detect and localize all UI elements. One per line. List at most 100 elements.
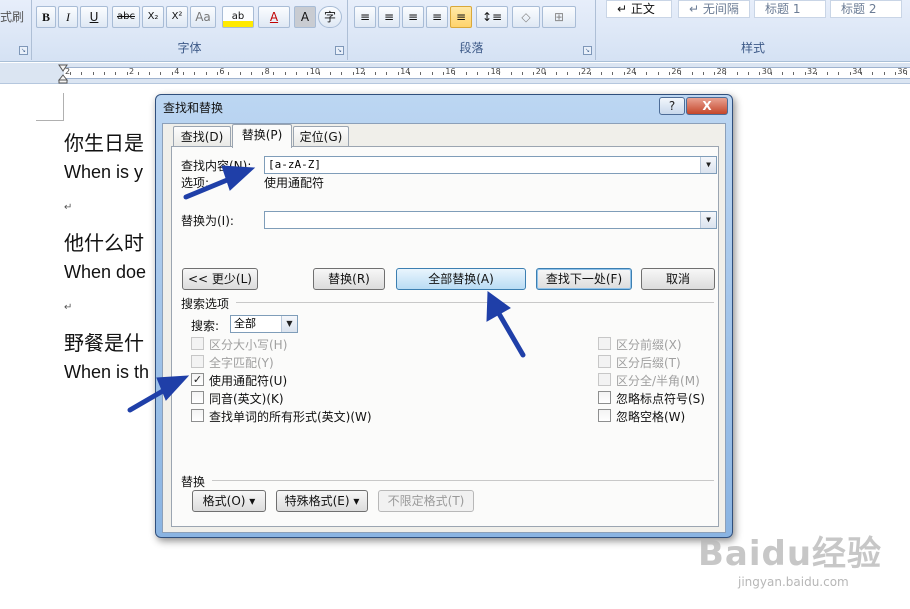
- replace-with-input[interactable]: ▼: [264, 211, 717, 229]
- ruler-tick: [657, 72, 659, 75]
- checkbox-label: 区分前缀(X): [616, 338, 682, 352]
- ruler-tick: [465, 72, 467, 75]
- ruler-tick: [386, 72, 388, 75]
- distributed-icon[interactable]: ≡: [450, 6, 472, 28]
- ruler-tick: [578, 72, 580, 75]
- ruler-tick: [883, 72, 885, 75]
- checkbox-box[interactable]: [191, 355, 204, 368]
- doc-line-english: When is th: [64, 362, 150, 382]
- dialog-title: 查找和替换: [163, 101, 224, 115]
- character-shading-button[interactable]: A: [294, 6, 316, 28]
- checkbox-box[interactable]: [598, 337, 611, 350]
- align-right-icon[interactable]: ≡: [402, 6, 424, 28]
- doc-line-chinese: 你生日是: [64, 131, 144, 155]
- chevron-down-icon[interactable]: ▼: [700, 157, 716, 173]
- align-center-icon[interactable]: ≡: [378, 6, 400, 28]
- format-button[interactable]: 格式(O) ▾: [192, 490, 266, 512]
- checkbox-box[interactable]: [598, 391, 611, 404]
- style-normal[interactable]: ↵ 正文: [606, 0, 672, 18]
- ruler-tick: [431, 72, 433, 75]
- chevron-down-icon[interactable]: ▼: [281, 316, 297, 332]
- ruler-tick: [770, 72, 772, 75]
- horizontal-ruler[interactable]: 2 2 4 6 8 10 12 14 16 18 20 22 24 26 28 30 32 34 36: [0, 63, 910, 84]
- checkbox-box[interactable]: [191, 337, 204, 350]
- ruler-tick: [103, 72, 105, 75]
- font-group: B I U abc X₂ X² Aa ab A A 字 字体 ↘: [32, 0, 348, 60]
- margin-corner: [36, 93, 64, 121]
- paragraph-launcher-icon[interactable]: ↘: [583, 46, 592, 55]
- ruler-tick: [781, 72, 783, 75]
- shading-icon[interactable]: ◇: [512, 6, 540, 28]
- font-group-label: 字体: [177, 41, 202, 55]
- ruler-tick: [216, 72, 218, 75]
- cancel-button[interactable]: 取消: [641, 268, 715, 290]
- ruler-tick: [183, 72, 184, 75]
- clipboard-launcher-icon[interactable]: ↘: [19, 46, 28, 55]
- find-what-input[interactable]: [a-zA-Z] ▼: [264, 156, 717, 174]
- checkbox-box[interactable]: [598, 409, 611, 422]
- ruler-tick: [872, 72, 874, 75]
- ruler-tick: [589, 72, 591, 75]
- font-color-button[interactable]: A: [258, 6, 290, 28]
- replace-button[interactable]: 替换(R): [313, 268, 385, 290]
- style-heading-2[interactable]: 标题 2: [830, 0, 902, 18]
- bold-button[interactable]: B: [36, 6, 56, 28]
- ruler-tick: [239, 72, 241, 75]
- checkbox-box[interactable]: [598, 355, 611, 368]
- less-button[interactable]: << 更少(L): [182, 268, 258, 290]
- ruler-tick: [849, 72, 851, 75]
- tab-replace[interactable]: 替换(P): [232, 124, 292, 148]
- style-heading-1[interactable]: 标题 1: [754, 0, 826, 18]
- strikethrough-button[interactable]: abc: [112, 6, 140, 28]
- dialog-client: 查找(D) 替换(P) 定位(G) 查找内容(N): [a-zA-Z] ▼ 选项…: [162, 123, 726, 533]
- line-spacing-icon[interactable]: ↕≡: [476, 6, 508, 28]
- doc-line-chinese: 野餐是什: [64, 331, 144, 355]
- no-formatting-button[interactable]: 不限定格式(T): [378, 490, 474, 512]
- ruler-number: 4: [174, 67, 180, 76]
- superscript-button[interactable]: X²: [166, 6, 188, 28]
- ruler-tick: [70, 72, 71, 75]
- ruler-tick: [115, 72, 117, 75]
- checkbox-box[interactable]: [191, 391, 204, 404]
- ruler-tick: [533, 72, 535, 75]
- options-label: 选项:: [181, 176, 210, 190]
- tab-find[interactable]: 查找(D): [173, 126, 231, 148]
- replace-all-button[interactable]: 全部替换(A): [396, 268, 526, 290]
- tab-panel: 查找内容(N): [a-zA-Z] ▼ 选项: 使用通配符 替换为(I): ▼ …: [171, 146, 719, 527]
- special-format-button[interactable]: 特殊格式(E) ▾: [276, 490, 368, 512]
- divider: [212, 480, 714, 481]
- ruler-tick: [476, 72, 478, 75]
- ruler-tick: [725, 72, 727, 75]
- borders-icon[interactable]: ⊞: [542, 6, 576, 28]
- checkbox-label: 区分后缀(T): [616, 356, 681, 370]
- ruler-tick: [341, 72, 343, 75]
- highlight-button[interactable]: ab: [222, 6, 254, 28]
- find-next-button[interactable]: 查找下一处(F): [536, 268, 632, 290]
- checkbox-box[interactable]: [598, 373, 611, 386]
- clipboard-group: 式刷 ↘: [0, 0, 32, 60]
- help-button[interactable]: ?: [659, 97, 685, 115]
- ruler-tick: [488, 72, 490, 75]
- checkbox-box[interactable]: [191, 409, 204, 422]
- subscript-button[interactable]: X₂: [142, 6, 164, 28]
- chevron-down-icon[interactable]: ▼: [700, 212, 716, 228]
- align-left-icon[interactable]: ≡: [354, 6, 376, 28]
- enclose-character-button[interactable]: 字: [318, 6, 342, 28]
- format-painter-label[interactable]: 式刷: [0, 8, 24, 25]
- ruler-strip: 2 2 4 6 8 10 12 14 16 18 20 22 24 26 28 30 32 34 36: [64, 67, 910, 79]
- change-case-button[interactable]: Aa: [190, 6, 216, 28]
- tab-goto[interactable]: 定位(G): [293, 126, 349, 148]
- underline-button[interactable]: U: [80, 6, 108, 28]
- search-direction-select[interactable]: 全部 ▼: [230, 315, 298, 333]
- replace-section-heading: 替换: [181, 475, 206, 489]
- justify-icon[interactable]: ≡: [426, 6, 448, 28]
- italic-button[interactable]: I: [58, 6, 78, 28]
- indent-marker-icon[interactable]: [58, 64, 68, 84]
- close-button[interactable]: X: [686, 97, 728, 115]
- ruler-tick: [702, 72, 704, 75]
- style-no-spacing[interactable]: ↵ 无间隔: [678, 0, 750, 18]
- ruler-tick: [194, 72, 196, 75]
- doc-line-chinese: 他什么时: [64, 231, 144, 255]
- font-launcher-icon[interactable]: ↘: [335, 46, 344, 55]
- checkmark-icon[interactable]: ✓: [191, 373, 204, 386]
